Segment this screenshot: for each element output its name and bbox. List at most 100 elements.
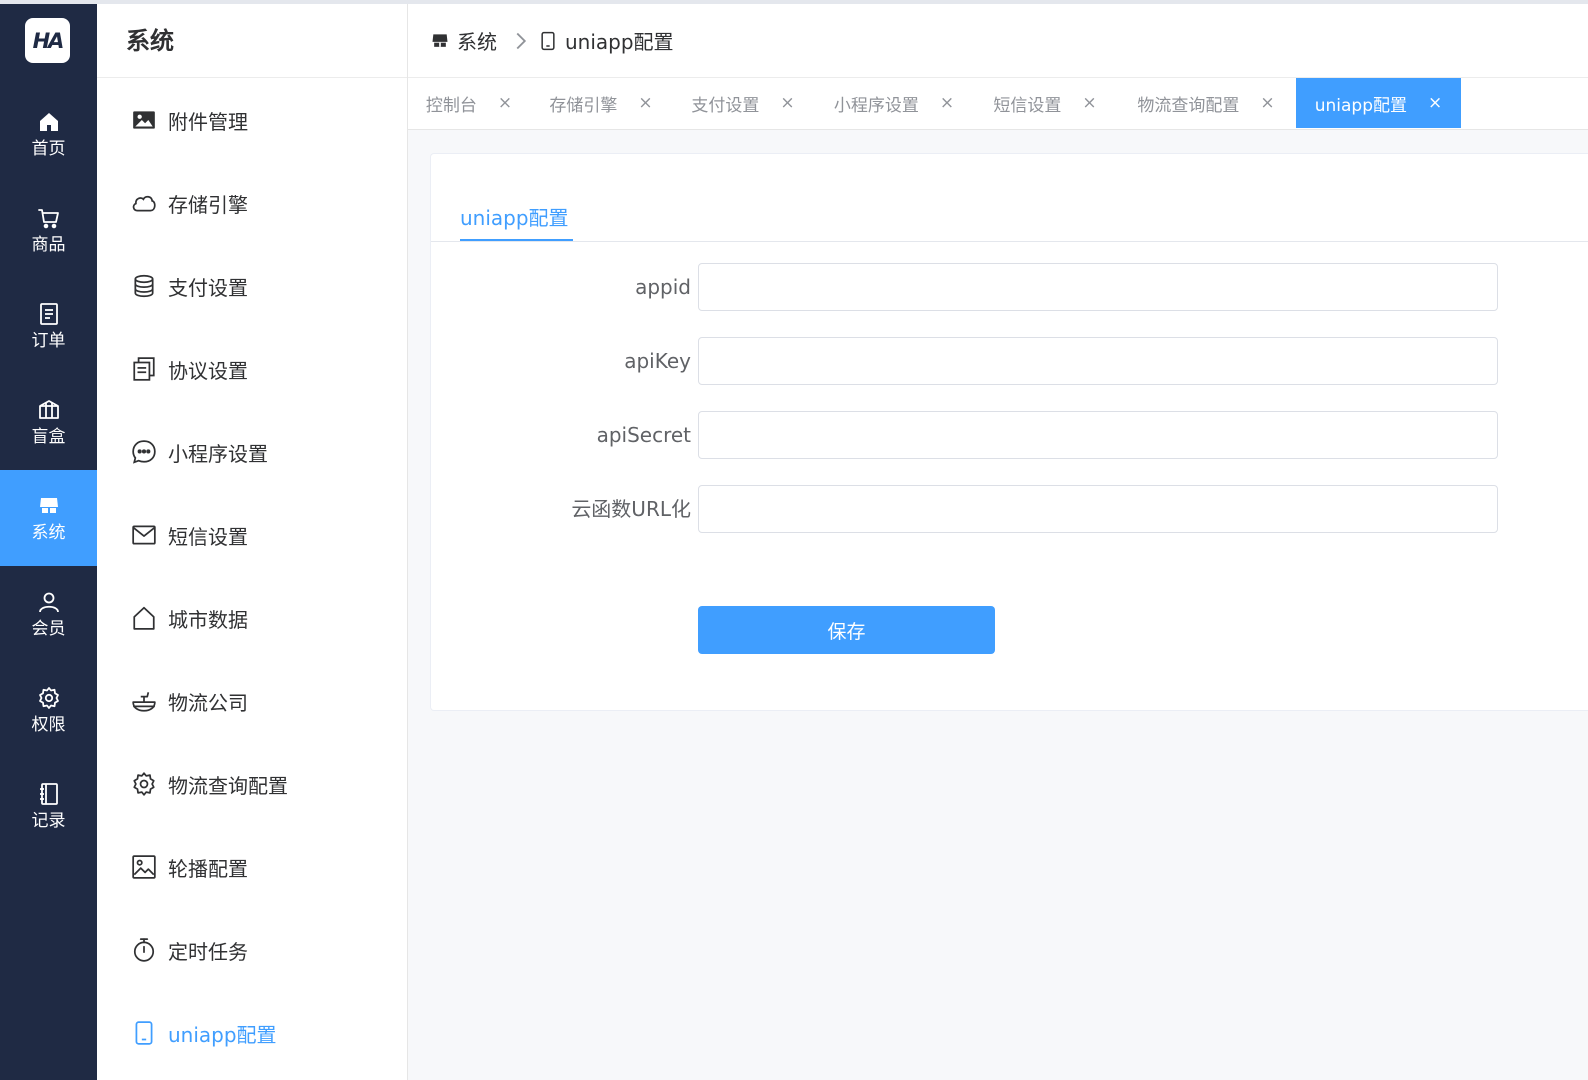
logo-text: HA	[32, 28, 65, 53]
tab-label: 控制台	[425, 95, 477, 116]
submenu-item-label: 附件管理	[168, 109, 248, 134]
close-icon[interactable]: ×	[1082, 93, 1096, 113]
tab-strip: 控制台 × 存储引擎 × 支付设置 × 小程序设置 × 短信设置 × 物流查询配…	[408, 78, 1588, 130]
gear-icon	[38, 686, 59, 709]
submenu-item-label: 物流公司	[168, 690, 248, 715]
submenu-item-agreements[interactable]: 协议设置	[97, 339, 407, 399]
submenu-item-label: 存储引擎	[168, 192, 248, 217]
apikey-label: apiKey	[624, 349, 691, 373]
close-icon[interactable]: ×	[498, 93, 512, 113]
rail-item-system[interactable]: 系统	[0, 470, 97, 566]
chat-dots-icon	[132, 440, 156, 464]
top-header: 系统 uniapp配置	[408, 4, 1588, 78]
rail-item-label: 权限	[31, 714, 66, 735]
submenu-item-label: 支付设置	[168, 275, 248, 300]
tab-payment[interactable]: 支付设置 ×	[672, 78, 814, 128]
tab-label: 物流查询配置	[1137, 95, 1240, 116]
tab-storage[interactable]: 存储引擎 ×	[530, 78, 672, 128]
rail-item-blindbox[interactable]: 盲盒	[0, 374, 97, 470]
house-icon	[133, 606, 155, 630]
submenu-item-scheduled-tasks[interactable]: 定时任务	[97, 920, 407, 980]
uniapp-config-card: uniapp配置 appid apiKey apiSecret 云函数URL化 …	[430, 153, 1588, 711]
submenu-item-label: uniapp配置	[168, 1022, 277, 1047]
submenu-item-payment[interactable]: 支付设置	[97, 256, 407, 316]
cloud-function-url-label: 云函数URL化	[571, 497, 691, 521]
submenu-item-label: 短信设置	[168, 524, 248, 549]
rail-item-label: 系统	[31, 522, 66, 543]
tab-label: 短信设置	[993, 95, 1062, 116]
rail-item-label: 记录	[31, 810, 66, 831]
close-icon[interactable]: ×	[1260, 93, 1274, 113]
appid-input[interactable]	[698, 263, 1498, 311]
chevron-right-icon	[516, 32, 527, 49]
tab-label: 支付设置	[691, 95, 760, 116]
submenu-item-logistics-company[interactable]: 物流公司	[97, 671, 407, 731]
tab-sms[interactable]: 短信设置 ×	[974, 78, 1116, 128]
tab-dashboard[interactable]: 控制台 ×	[408, 78, 530, 128]
submenu-item-carousel[interactable]: 轮播配置	[97, 837, 407, 897]
breadcrumb-item-uniapp: uniapp配置	[565, 30, 674, 54]
submenu-item-storage[interactable]: 存储引擎	[97, 173, 407, 233]
rail-item-records[interactable]: 记录	[0, 758, 97, 854]
bowl-icon	[132, 692, 156, 712]
gift-box-icon	[38, 399, 59, 419]
shop-icon	[39, 497, 58, 513]
close-icon[interactable]: ×	[1428, 93, 1442, 113]
tab-uniapp[interactable]: uniapp配置 ×	[1296, 78, 1461, 128]
card-tab-uniapp[interactable]: uniapp配置	[460, 202, 569, 242]
app-logo[interactable]: HA	[25, 18, 70, 63]
picture-filled-icon	[133, 111, 155, 129]
picture-icon	[132, 855, 156, 879]
appid-label: appid	[635, 275, 691, 299]
apisecret-label: apiSecret	[596, 423, 691, 447]
apisecret-input[interactable]	[698, 411, 1498, 459]
submenu-item-label: 定时任务	[168, 939, 248, 964]
home-icon	[39, 112, 58, 131]
rail-item-goods[interactable]: 商品	[0, 182, 97, 278]
tab-logistics-query[interactable]: 物流查询配置 ×	[1116, 78, 1296, 128]
submenu-item-uniapp[interactable]: uniapp配置	[97, 1003, 407, 1063]
submenu-item-label: 物流查询配置	[168, 773, 288, 798]
cellphone-icon	[541, 31, 555, 50]
submenu-title: 系统	[97, 4, 407, 78]
close-icon[interactable]: ×	[638, 93, 652, 113]
tab-miniprogram[interactable]: 小程序设置 ×	[814, 78, 974, 128]
save-button[interactable]: 保存	[698, 606, 995, 654]
submenu-item-city-data[interactable]: 城市数据	[97, 588, 407, 648]
system-submenu: 系统 附件管理 存储引擎 支付设置 协议设置 小程序设置 短信设置 城市数据 物…	[97, 4, 408, 1080]
rail-item-label: 首页	[31, 138, 66, 159]
breadcrumb-item-system[interactable]: 系统	[457, 26, 497, 55]
submenu-item-attachments[interactable]: 附件管理	[97, 90, 407, 150]
apikey-input[interactable]	[698, 337, 1498, 385]
cellphone-icon	[135, 1021, 153, 1045]
rail-item-label: 盲盒	[31, 426, 66, 447]
tab-label: 存储引擎	[549, 95, 618, 116]
rail-item-orders[interactable]: 订单	[0, 278, 97, 374]
message-icon	[132, 525, 156, 545]
tab-label: 小程序设置	[833, 95, 919, 116]
submenu-item-label: 小程序设置	[168, 441, 268, 466]
submenu-item-label: 轮播配置	[168, 856, 248, 881]
rail-item-members[interactable]: 会员	[0, 566, 97, 662]
rail-item-home[interactable]: 首页	[0, 86, 97, 182]
tab-divider	[431, 241, 1588, 242]
rail-item-label: 商品	[31, 234, 66, 255]
close-icon[interactable]: ×	[940, 93, 954, 113]
shop-icon	[432, 33, 448, 47]
order-icon	[39, 302, 58, 325]
user-icon	[38, 592, 59, 612]
cloud-function-url-input[interactable]	[698, 485, 1498, 533]
notebook-icon	[39, 782, 58, 805]
submenu-item-miniprogram[interactable]: 小程序设置	[97, 422, 407, 482]
submenu-item-sms[interactable]: 短信设置	[97, 505, 407, 565]
tab-label: uniapp配置	[1314, 95, 1408, 116]
rail-item-label: 会员	[31, 618, 66, 639]
close-icon[interactable]: ×	[780, 93, 794, 113]
rail-item-permissions[interactable]: 权限	[0, 662, 97, 758]
submenu-item-logistics-query[interactable]: 物流查询配置	[97, 754, 407, 814]
main-nav-rail: HA 首页 商品 订单 盲盒 系统 会员 权限 记录	[0, 4, 97, 1080]
submenu-item-label: 城市数据	[168, 607, 248, 632]
cloud-icon	[132, 195, 156, 212]
stopwatch-icon	[133, 938, 155, 962]
document-copy-icon	[133, 357, 155, 381]
